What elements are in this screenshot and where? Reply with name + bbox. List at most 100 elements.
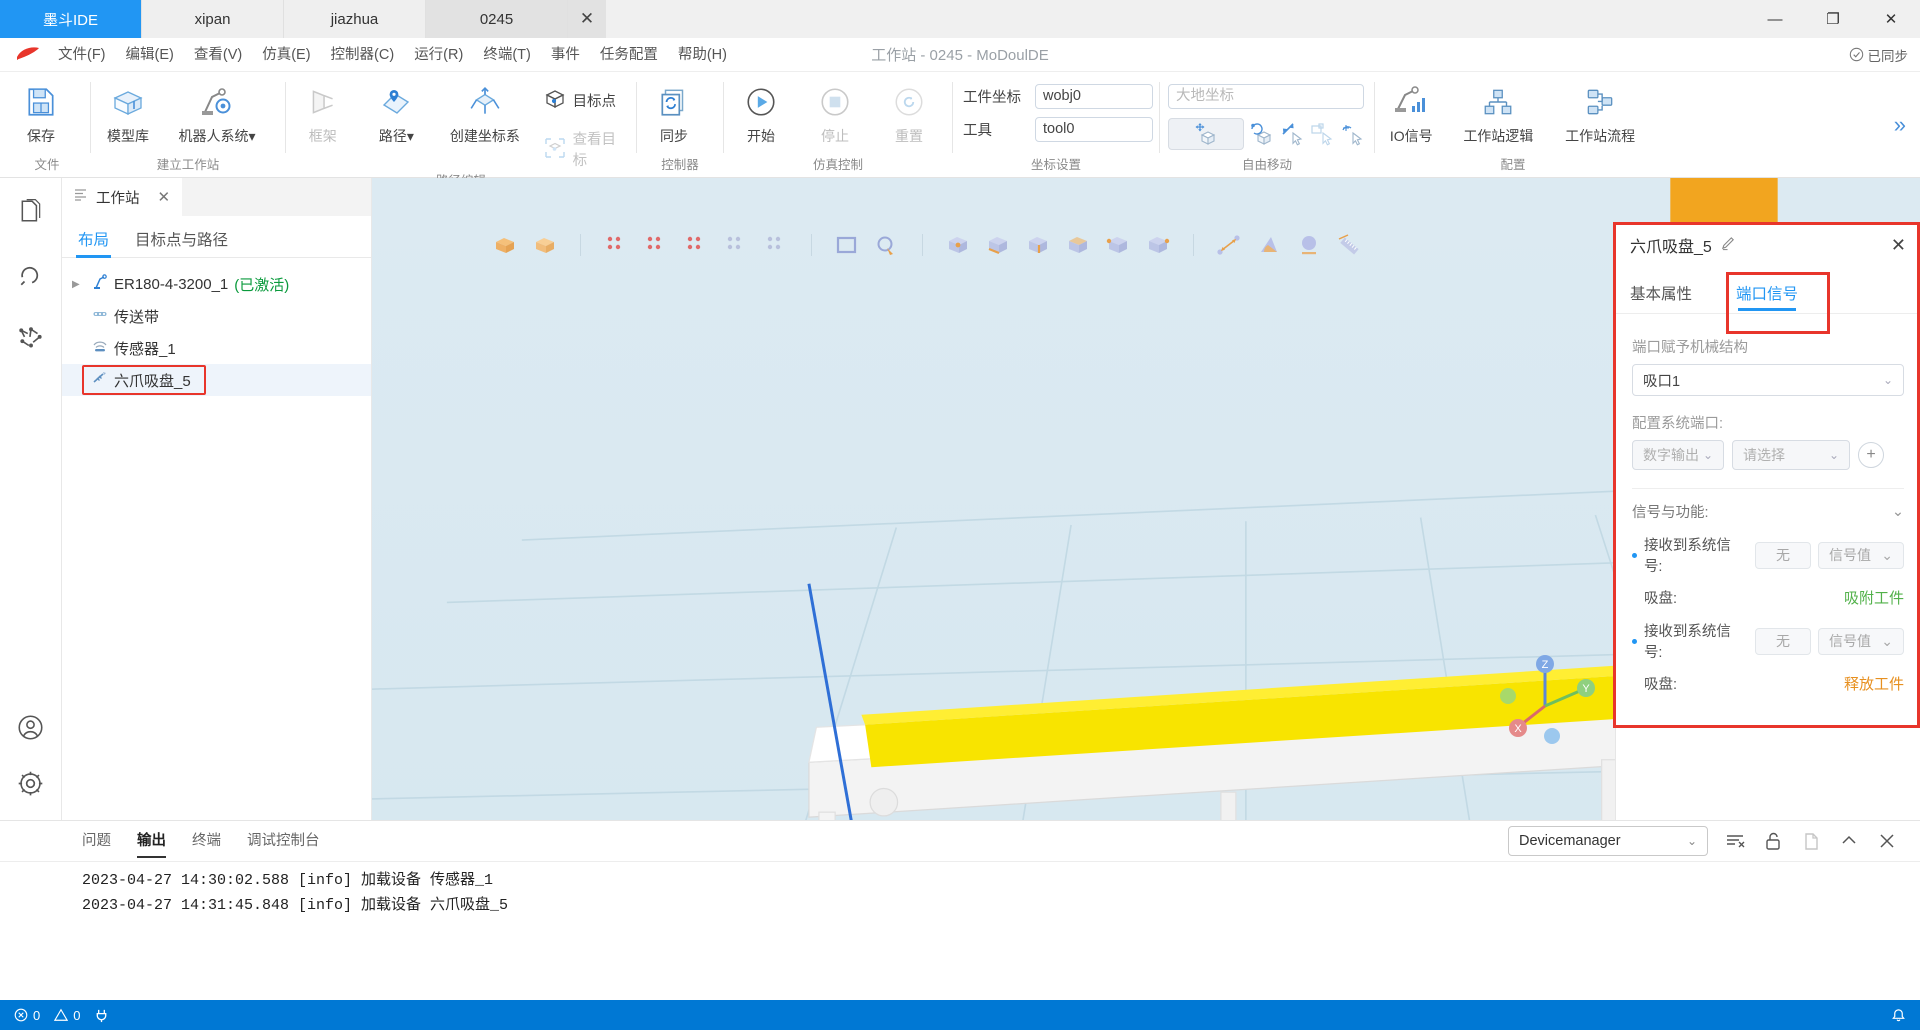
ribbon-expand-button[interactable]: » xyxy=(1894,112,1906,138)
warning-count[interactable]: 0 xyxy=(54,1008,80,1023)
model-library-button[interactable]: 模型库 xyxy=(91,78,165,146)
path-button[interactable]: 路径▾ xyxy=(360,78,434,146)
menu-help[interactable]: 帮助(H) xyxy=(668,38,737,72)
tab-output[interactable]: 输出 xyxy=(137,829,166,858)
frame-button[interactable]: 框架 xyxy=(286,78,360,146)
menu-run[interactable]: 运行(R) xyxy=(404,38,473,72)
rotate-object-icon[interactable] xyxy=(1250,119,1274,149)
snap-corner-icon[interactable] xyxy=(1310,119,1334,149)
tool-field[interactable]: tool0 xyxy=(1035,117,1153,142)
freemove-icon[interactable] xyxy=(1340,119,1364,149)
signal-value-select[interactable]: 信号值 ⌄ xyxy=(1818,541,1904,569)
menu-view[interactable]: 查看(V) xyxy=(184,38,252,72)
tree-item-gripper[interactable]: 六爪吸盘_5 xyxy=(62,364,371,396)
window-tab-2[interactable]: jiazhua xyxy=(284,0,426,38)
measure-diameter-icon[interactable] xyxy=(1294,230,1324,260)
window-tab-0[interactable]: 墨斗IDE xyxy=(0,0,142,38)
3d-viewport[interactable]: ▣ ⋯ xyxy=(372,178,1920,820)
port-mech-select[interactable]: 吸口1 ⌄ xyxy=(1632,364,1904,396)
close-panel-icon[interactable] xyxy=(1876,830,1898,852)
save-button[interactable]: 保存 xyxy=(4,78,78,146)
workobject-field[interactable]: wobj0 xyxy=(1035,84,1153,109)
sync-button[interactable]: 同步 xyxy=(637,78,711,146)
window-tab-1[interactable]: xipan xyxy=(142,0,284,38)
box-orange-icon[interactable] xyxy=(490,230,520,260)
reset-button[interactable]: 重置 xyxy=(872,78,946,146)
receive-signal-value[interactable]: 无 xyxy=(1755,541,1811,569)
tab-debug-console[interactable]: 调试控制台 xyxy=(247,829,320,854)
properties-panel-close-icon[interactable]: ✕ xyxy=(1891,235,1906,256)
settings-gear-icon[interactable] xyxy=(12,764,50,802)
tree-item-sensor[interactable]: 传感器_1 xyxy=(62,332,371,364)
tree-item-conveyor[interactable]: 传送带 xyxy=(62,300,371,332)
create-coordinate-button[interactable]: 创建坐标系 xyxy=(433,78,536,146)
chevron-right-icon[interactable]: ▶ xyxy=(72,279,86,290)
menu-events[interactable]: 事件 xyxy=(541,38,590,72)
signal-function-header[interactable]: 信号与功能: ⌄ xyxy=(1632,501,1904,522)
config-port-select[interactable]: 请选择 ⌄ xyxy=(1732,440,1850,470)
station-flow-button[interactable]: 工作站流程 xyxy=(1549,78,1651,146)
account-icon[interactable] xyxy=(12,708,50,746)
grid-dots-2-icon[interactable] xyxy=(641,230,671,260)
menu-task-config[interactable]: 任务配置 xyxy=(590,38,668,72)
tab-layout[interactable]: 布局 xyxy=(75,228,112,258)
axis-gizmo[interactable]: Z Y X xyxy=(1490,638,1600,748)
config-port-type-select[interactable]: 数字输出 ⌄ xyxy=(1632,440,1724,470)
sync-status[interactable]: 已同步 xyxy=(1849,45,1908,65)
stop-button[interactable]: 停止 xyxy=(798,78,872,146)
menu-controller[interactable]: 控制器(C) xyxy=(321,38,405,72)
window-tab-3[interactable]: 0245 xyxy=(426,0,568,38)
world-coordinate-field[interactable]: 大地坐标 xyxy=(1168,84,1364,109)
tab-terminal[interactable]: 终端 xyxy=(192,829,221,854)
grid-dots-3-icon[interactable] xyxy=(681,230,711,260)
measure-angle-icon[interactable] xyxy=(1254,230,1284,260)
receive-signal-value[interactable]: 无 xyxy=(1755,627,1811,655)
tab-problems[interactable]: 问题 xyxy=(82,829,111,854)
grid-dots-5-icon[interactable] xyxy=(761,230,791,260)
output-channel-select[interactable]: Devicemanager ⌄ xyxy=(1508,826,1708,856)
target-point-button[interactable]: 目标点 xyxy=(537,84,636,117)
menu-terminal[interactable]: 终端(T) xyxy=(473,38,541,72)
select-cursor-icon[interactable] xyxy=(872,230,902,260)
snap-midpoint-icon[interactable] xyxy=(983,230,1013,260)
unlock-scroll-icon[interactable] xyxy=(1762,830,1784,852)
maximize-icon[interactable]: ❐ xyxy=(1804,0,1862,38)
snap-face-icon[interactable] xyxy=(1063,230,1093,260)
drag-arrow-icon[interactable] xyxy=(1280,119,1304,149)
error-count[interactable]: 0 xyxy=(14,1008,40,1023)
notifications-button[interactable] xyxy=(1891,1008,1906,1023)
open-in-editor-icon[interactable] xyxy=(1800,830,1822,852)
measure-distance-icon[interactable] xyxy=(1214,230,1244,260)
extensions-icon[interactable] xyxy=(12,320,50,358)
minimize-icon[interactable]: — xyxy=(1746,0,1804,38)
tab-basic-properties[interactable]: 基本属性 xyxy=(1630,282,1692,313)
snap-corner-icon[interactable] xyxy=(1103,230,1133,260)
signal-value-select[interactable]: 信号值 ⌄ xyxy=(1818,627,1904,655)
start-button[interactable]: 开始 xyxy=(724,78,798,146)
connection-status[interactable] xyxy=(94,1008,109,1023)
gripper-action-release[interactable]: 释放工件 xyxy=(1844,673,1904,694)
view-target-button[interactable]: 查看目标 xyxy=(537,125,636,173)
add-port-button[interactable]: + xyxy=(1858,442,1884,468)
station-logic-button[interactable]: 工作站逻辑 xyxy=(1447,78,1549,146)
snap-vertex-icon[interactable] xyxy=(1143,230,1173,260)
menu-file[interactable]: 文件(F) xyxy=(48,38,116,72)
measure-ruler-icon[interactable] xyxy=(1334,230,1364,260)
robot-system-button[interactable]: 机器人系统▾ xyxy=(165,78,269,146)
move-object-icon[interactable] xyxy=(1168,118,1244,150)
snap-center-icon[interactable] xyxy=(943,230,973,260)
box-orange-2-icon[interactable] xyxy=(530,230,560,260)
tab-close-icon[interactable]: ✕ xyxy=(568,0,606,38)
grid-dots-1-icon[interactable] xyxy=(601,230,631,260)
io-signal-button[interactable]: IO信号 xyxy=(1375,78,1447,146)
collapse-panel-icon[interactable] xyxy=(1838,830,1860,852)
close-icon[interactable]: ✕ xyxy=(1862,0,1920,38)
search-icon[interactable] xyxy=(12,256,50,294)
clear-output-icon[interactable] xyxy=(1724,830,1746,852)
grid-dots-4-icon[interactable] xyxy=(721,230,751,260)
tree-item-robot[interactable]: ▶ ER180-4-3200_1 (已激活) xyxy=(62,268,371,300)
left-panel-tab-close-icon[interactable]: ✕ xyxy=(158,188,171,206)
menu-simulation[interactable]: 仿真(E) xyxy=(252,38,320,72)
snap-edge-icon[interactable] xyxy=(1023,230,1053,260)
output-log[interactable]: 2023-04-27 14:30:02.588 [info] 加载设备 传感器_… xyxy=(0,861,1920,1000)
